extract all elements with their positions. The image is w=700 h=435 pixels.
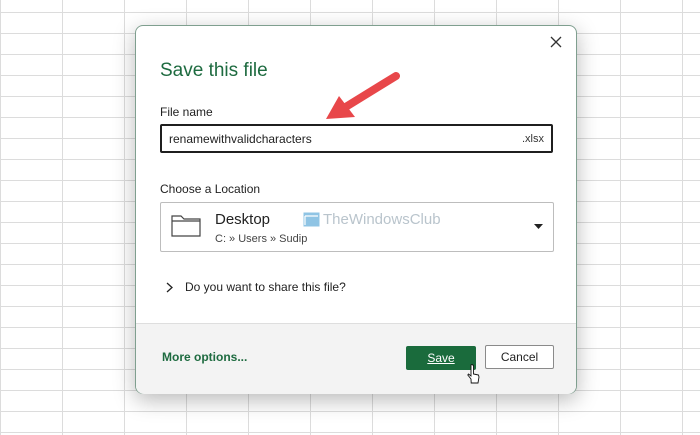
file-name-label: File name: [160, 105, 213, 119]
chevron-right-icon: [166, 282, 173, 292]
location-path: C: » Users » Sudip: [215, 233, 308, 245]
watermark-text: TheWindowsClub: [323, 211, 441, 228]
save-dialog: Save this file File name .xlsx Choose a …: [135, 25, 577, 394]
file-extension: .xlsx: [522, 132, 544, 145]
mouse-cursor-icon: [467, 364, 480, 384]
save-button[interactable]: Save: [406, 346, 476, 370]
file-name-field[interactable]: .xlsx: [160, 124, 553, 153]
location-dropdown[interactable]: Desktop C: » Users » Sudip TheWindowsClu…: [160, 202, 554, 252]
watermark-logo-icon: [303, 212, 320, 227]
caret-down-icon: [534, 224, 543, 229]
close-button[interactable]: [544, 30, 568, 54]
dialog-footer: More options... Save Cancel: [136, 323, 576, 394]
location-label: Choose a Location: [160, 182, 261, 196]
close-icon: [550, 36, 562, 48]
dialog-title: Save this file: [160, 60, 268, 81]
folder-icon: [171, 215, 201, 237]
more-options-link[interactable]: More options...: [162, 350, 247, 364]
share-label: Do you want to share this file?: [185, 280, 346, 294]
cancel-button[interactable]: Cancel: [485, 345, 554, 369]
watermark: TheWindowsClub: [303, 211, 441, 228]
file-name-input[interactable]: [169, 131, 522, 146]
share-expander[interactable]: Do you want to share this file?: [166, 280, 346, 294]
location-name: Desktop: [215, 211, 271, 228]
